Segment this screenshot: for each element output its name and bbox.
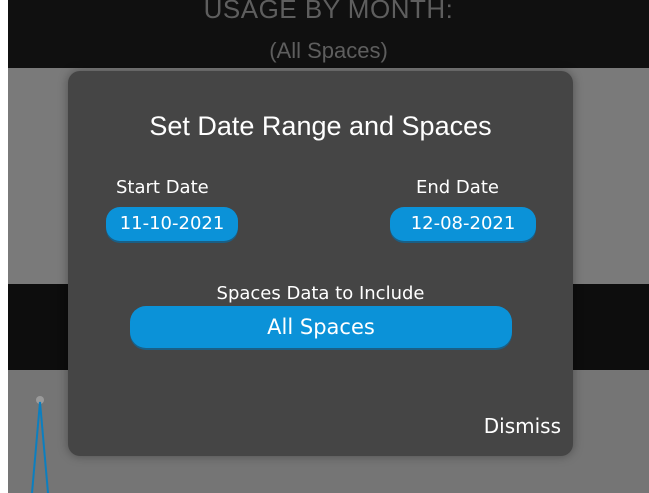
date-range-modal: Set Date Range and Spaces Start Date 11-… — [68, 71, 573, 456]
start-date-button[interactable]: 11-10-2021 — [106, 207, 238, 241]
usage-header-title: USAGE BY MONTH: — [203, 0, 454, 24]
screen: USAGE BY MONTH: (All Spaces) Set Date Ra… — [0, 0, 649, 493]
start-date-label: Start Date — [116, 177, 209, 198]
modal-title: Set Date Range and Spaces — [149, 111, 492, 141]
chart-spike-line — [31, 401, 49, 493]
usage-header-subtitle: (All Spaces) — [269, 38, 388, 63]
spaces-label: Spaces Data to Include — [216, 283, 425, 304]
end-date-label: End Date — [416, 177, 499, 198]
usage-header: USAGE BY MONTH: (All Spaces) — [8, 0, 649, 68]
end-date-button[interactable]: 12-08-2021 — [390, 207, 536, 241]
dismiss-button[interactable]: Dismiss — [484, 414, 561, 438]
spaces-select-button[interactable]: All Spaces — [130, 306, 512, 348]
